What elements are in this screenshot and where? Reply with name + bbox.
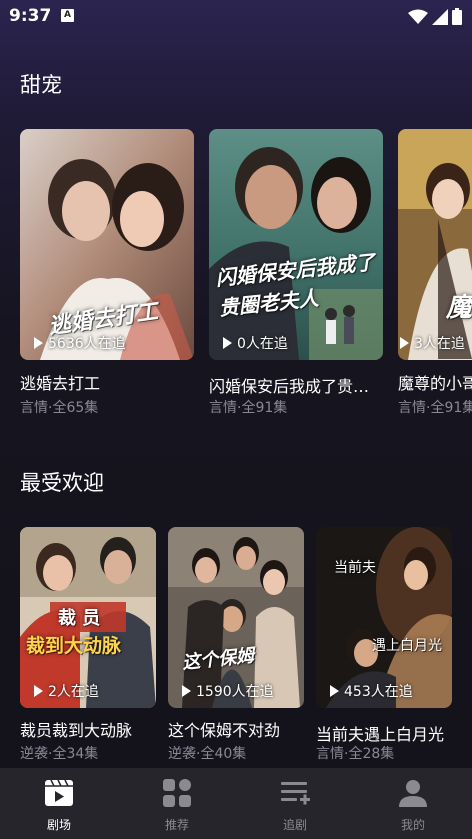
status-icons (408, 8, 462, 25)
followers-label: 0人在追 (237, 336, 288, 352)
drama-card[interactable]: 魔 3人在追 魔尊的小哥 言情·全91集 (398, 129, 472, 429)
playlist-add-icon (281, 782, 310, 805)
followers-count: 453人在追 (330, 681, 413, 701)
card-meta: 言情·全91集 (398, 400, 472, 416)
play-icon (34, 337, 43, 349)
followers-count: 5636人在追 (34, 333, 126, 353)
card-title[interactable]: 魔尊的小哥 (398, 370, 472, 394)
man-woman-poster-icon (209, 129, 383, 360)
followers-count: 0人在追 (223, 333, 288, 353)
poster-title: 当前夫 (334, 560, 376, 576)
poster-image[interactable]: 裁 员 裁到大动脉 2人在追 (20, 527, 156, 708)
bottom-nav: 剧场 推荐 追剧 我的 (0, 768, 472, 839)
poster-image[interactable]: 魔 3人在追 (398, 129, 472, 360)
card-meta: 言情·全91集 (209, 400, 288, 416)
nav-label: 追剧 (282, 818, 307, 832)
card-title[interactable]: 这个保姆不对劲 (168, 717, 308, 741)
followers-label: 1590人在追 (196, 684, 274, 700)
followers-count: 3人在追 (400, 333, 465, 353)
battery-icon (452, 8, 462, 25)
play-icon (223, 337, 232, 349)
play-icon (330, 685, 339, 697)
poster-image[interactable]: 当前夫 遇上白月光 453人在追 (316, 527, 452, 708)
play-icon (400, 337, 409, 349)
card-meta: 言情·全28集 (316, 746, 395, 762)
followers-label: 5636人在追 (48, 336, 126, 352)
poster-badge: 裁 员 (58, 608, 101, 629)
cell-signal-icon (432, 8, 448, 25)
play-icon (34, 685, 43, 697)
card-title[interactable]: 逃婚去打工 (20, 370, 194, 394)
nav-item-mine[interactable]: 我的 (354, 768, 472, 839)
fantasy-poster-icon (398, 129, 472, 360)
person-icon (399, 780, 427, 807)
section-title-popular: 最受欢迎 (20, 471, 104, 495)
nav-item-following[interactable]: 追剧 (236, 768, 354, 839)
card-title[interactable]: 裁员裁到大动脉 (20, 717, 160, 741)
notification-icon: A (61, 9, 74, 22)
poster-subtitle: 遇上白月光 (372, 638, 442, 654)
status-bar: 9:37 A (0, 0, 472, 34)
poster-title: 魔 (446, 293, 472, 323)
status-time: 9:37 (9, 6, 52, 26)
nav-item-recommend[interactable]: 推荐 (118, 768, 236, 839)
followers-label: 453人在追 (344, 684, 413, 700)
card-meta: 言情·全65集 (20, 400, 99, 416)
nav-item-theater[interactable]: 剧场 (0, 768, 118, 839)
section-title-sweet: 甜宠 (20, 73, 62, 97)
nav-label: 推荐 (164, 818, 189, 832)
clapperboard-icon (45, 779, 73, 806)
followers-count: 2人在追 (34, 681, 99, 701)
nav-label: 我的 (400, 818, 425, 832)
poster-title: 裁到大动脉 (26, 635, 122, 657)
wifi-icon (408, 9, 428, 24)
followers-count: 1590人在追 (182, 681, 274, 701)
card-meta: 逆袭·全40集 (168, 746, 247, 762)
followers-label: 2人在追 (48, 684, 99, 700)
poster-image[interactable]: 闪婚保安后我成了贵圈老夫人 0人在追 (209, 129, 383, 360)
card-title[interactable]: 当前夫遇上白月光 (316, 721, 456, 745)
play-icon (182, 685, 191, 697)
poster-image[interactable]: 这个保姆 1590人在追 (168, 527, 304, 708)
card-title[interactable]: 闪婚保安后我成了贵圈老夫人 (209, 373, 383, 397)
card-meta: 逆袭·全34集 (20, 746, 99, 762)
grid-icon (163, 779, 191, 807)
followers-label: 3人在追 (414, 336, 465, 352)
nav-label: 剧场 (46, 818, 71, 832)
poster-image[interactable]: 逃婚去打工 5636人在追 (20, 129, 194, 360)
